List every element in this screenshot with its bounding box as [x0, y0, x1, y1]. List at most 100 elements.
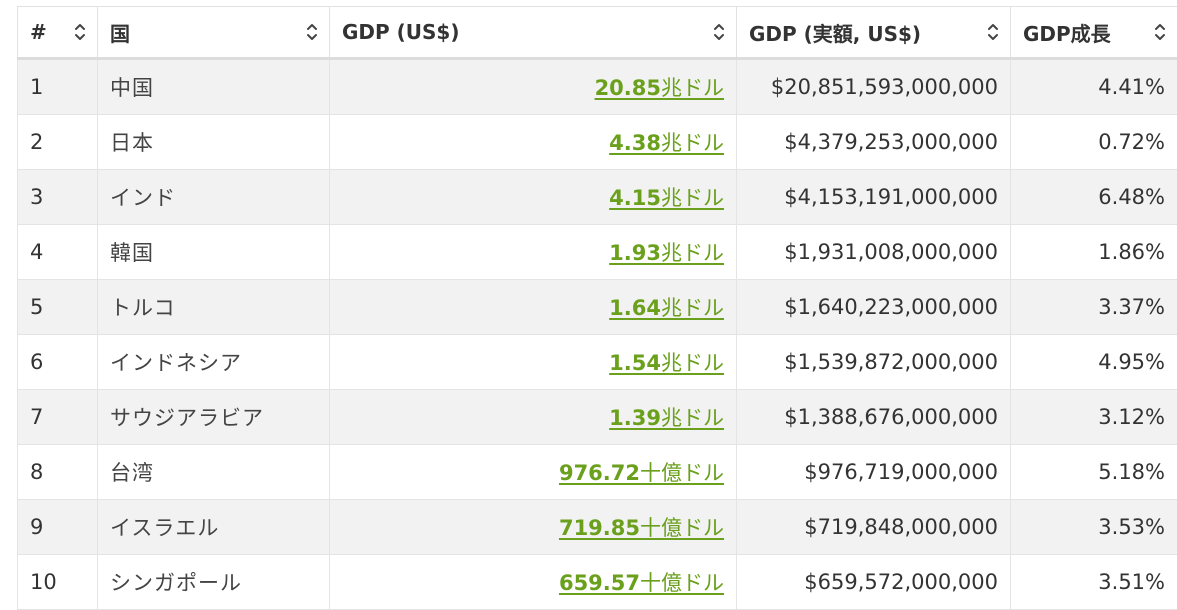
gdp-value: 1.93: [609, 241, 661, 265]
column-header-gdp-full[interactable]: GDP (実額, US$): [737, 7, 1011, 59]
table-row: 4韓国1.93兆ドル$1,931,008,000,0001.86%: [18, 225, 1177, 280]
country-cell: 台湾: [98, 445, 330, 500]
country-cell: シンガポール: [98, 555, 330, 610]
header-row: # 国 GDP (US$) GDP (実額, US$) GDP成長: [18, 7, 1177, 59]
gdp-value: 4.15: [609, 186, 661, 210]
gdp-value: 976.72: [559, 461, 640, 485]
gdp-unit: 兆ドル: [661, 296, 724, 320]
gdp-growth-cell: 6.48%: [1011, 170, 1177, 225]
gdp-link[interactable]: 1.39兆ドル: [609, 406, 724, 430]
gdp-growth-cell: 3.37%: [1011, 280, 1177, 335]
rank-cell: 9: [18, 500, 98, 555]
gdp-value: 1.54: [609, 351, 661, 375]
gdp-link[interactable]: 4.15兆ドル: [609, 186, 724, 210]
gdp-full-cell: $976,719,000,000: [737, 445, 1011, 500]
gdp-table-container: #国GDP (US$)GDP (実額, US$)GDP成長 1中国20.85兆ド…: [17, 6, 1177, 610]
gdp-link[interactable]: 1.93兆ドル: [609, 241, 724, 265]
gdp-value: 1.39: [609, 406, 661, 430]
gdp-value: 659.57: [559, 571, 640, 595]
rank-cell: 5: [18, 280, 98, 335]
gdp-unit: 十億ドル: [640, 571, 724, 595]
table-body: 1中国20.85兆ドル$20,851,593,000,0004.41%2日本4.…: [18, 59, 1177, 610]
sort-icon[interactable]: [712, 22, 726, 42]
rank-cell: 4: [18, 225, 98, 280]
gdp-link[interactable]: 20.85兆ドル: [595, 76, 724, 100]
gdp-cell: 1.64兆ドル: [330, 280, 737, 335]
gdp-unit: 兆ドル: [661, 76, 724, 100]
table-row: 6インドネシア1.54兆ドル$1,539,872,000,0004.95%: [18, 335, 1177, 390]
gdp-full-cell: $1,640,223,000,000: [737, 280, 1011, 335]
rank-cell: 10: [18, 555, 98, 610]
table-row: 1中国 20.85兆ドル $20,851,593,000,0004.41%: [18, 59, 1177, 115]
gdp-link[interactable]: 4.38兆ドル: [609, 131, 724, 155]
table-header: # 国 GDP (US$) GDP (実額, US$) GDP成長: [18, 7, 1177, 59]
gdp-link[interactable]: 659.57十億ドル: [559, 571, 724, 595]
sort-icon[interactable]: [1153, 22, 1167, 42]
gdp-growth-cell: 5.18%: [1011, 445, 1177, 500]
gdp-table: #国GDP (US$)GDP (実額, US$)GDP成長 1中国20.85兆ド…: [17, 6, 1177, 610]
gdp-cell: 976.72十億ドル: [330, 445, 737, 500]
gdp-unit: 十億ドル: [640, 461, 724, 485]
table-row: 2日本4.38兆ドル$4,379,253,000,0000.72%: [18, 115, 1177, 170]
gdp-value: 1.64: [609, 296, 661, 320]
gdp-unit: 兆ドル: [661, 351, 724, 375]
country-cell: 日本: [98, 115, 330, 170]
column-header-label: #: [30, 20, 47, 44]
gdp-cell: 4.15兆ドル: [330, 170, 737, 225]
sort-icon[interactable]: [986, 22, 1000, 42]
table-row: 10シンガポール 659.57十億ドル $659,572,000,0003.51%: [18, 555, 1177, 610]
table-row: 3インド 4.15兆ドル $4,153,191,000,0006.48%: [18, 170, 1177, 225]
country-cell: インド: [98, 170, 330, 225]
country-cell: サウジアラビア: [98, 390, 330, 445]
country-cell: 中国: [98, 59, 330, 115]
gdp-full-cell: $20,851,593,000,000: [737, 59, 1011, 115]
gdp-cell: 20.85兆ドル: [330, 59, 737, 115]
column-header-country[interactable]: 国: [98, 7, 330, 59]
gdp-link[interactable]: 719.85十億ドル: [559, 516, 724, 540]
rank-cell: 6: [18, 335, 98, 390]
gdp-growth-cell: 4.41%: [1011, 59, 1177, 115]
gdp-cell: 1.39兆ドル: [330, 390, 737, 445]
country-cell: トルコ: [98, 280, 330, 335]
gdp-unit: 兆ドル: [661, 241, 724, 265]
column-header-label: GDP (実額, US$): [749, 18, 921, 47]
sort-icon[interactable]: [305, 22, 319, 42]
table-row: 5トルコ 1.64兆ドル $1,640,223,000,0003.37%: [18, 280, 1177, 335]
rank-cell: 3: [18, 170, 98, 225]
table-row: 8台湾 976.72十億ドル $976,719,000,0005.18%: [18, 445, 1177, 500]
rank-cell: 8: [18, 445, 98, 500]
column-header-gdp-growth[interactable]: GDP成長: [1011, 7, 1177, 59]
gdp-unit: 兆ドル: [661, 186, 724, 210]
table-row: 7サウジアラビア1.39兆ドル$1,388,676,000,0003.12%: [18, 390, 1177, 445]
gdp-full-cell: $1,931,008,000,000: [737, 225, 1011, 280]
gdp-full-cell: $659,572,000,000: [737, 555, 1011, 610]
gdp-growth-cell: 3.51%: [1011, 555, 1177, 610]
rank-cell: 7: [18, 390, 98, 445]
table-row: 9イスラエル719.85十億ドル$719,848,000,0003.53%: [18, 500, 1177, 555]
gdp-cell: 659.57十億ドル: [330, 555, 737, 610]
gdp-value: 719.85: [559, 516, 640, 540]
rank-cell: 1: [18, 59, 98, 115]
column-header-label: 国: [110, 18, 130, 47]
sort-icon[interactable]: [73, 22, 87, 42]
gdp-full-cell: $4,153,191,000,000: [737, 170, 1011, 225]
gdp-cell: 719.85十億ドル: [330, 500, 737, 555]
gdp-value: 20.85: [595, 76, 661, 100]
gdp-link[interactable]: 1.64兆ドル: [609, 296, 724, 320]
column-header-label: GDP成長: [1023, 18, 1111, 47]
gdp-link[interactable]: 1.54兆ドル: [609, 351, 724, 375]
gdp-link[interactable]: 976.72十億ドル: [559, 461, 724, 485]
gdp-growth-cell: 4.95%: [1011, 335, 1177, 390]
gdp-unit: 兆ドル: [661, 131, 724, 155]
gdp-cell: 1.54兆ドル: [330, 335, 737, 390]
gdp-full-cell: $4,379,253,000,000: [737, 115, 1011, 170]
column-header-rank[interactable]: #: [18, 7, 98, 59]
column-header-label: GDP (US$): [342, 20, 459, 44]
gdp-cell: 1.93兆ドル: [330, 225, 737, 280]
gdp-growth-cell: 1.86%: [1011, 225, 1177, 280]
gdp-cell: 4.38兆ドル: [330, 115, 737, 170]
gdp-growth-cell: 3.53%: [1011, 500, 1177, 555]
gdp-unit: 兆ドル: [661, 406, 724, 430]
column-header-gdp[interactable]: GDP (US$): [330, 7, 737, 59]
gdp-growth-cell: 0.72%: [1011, 115, 1177, 170]
